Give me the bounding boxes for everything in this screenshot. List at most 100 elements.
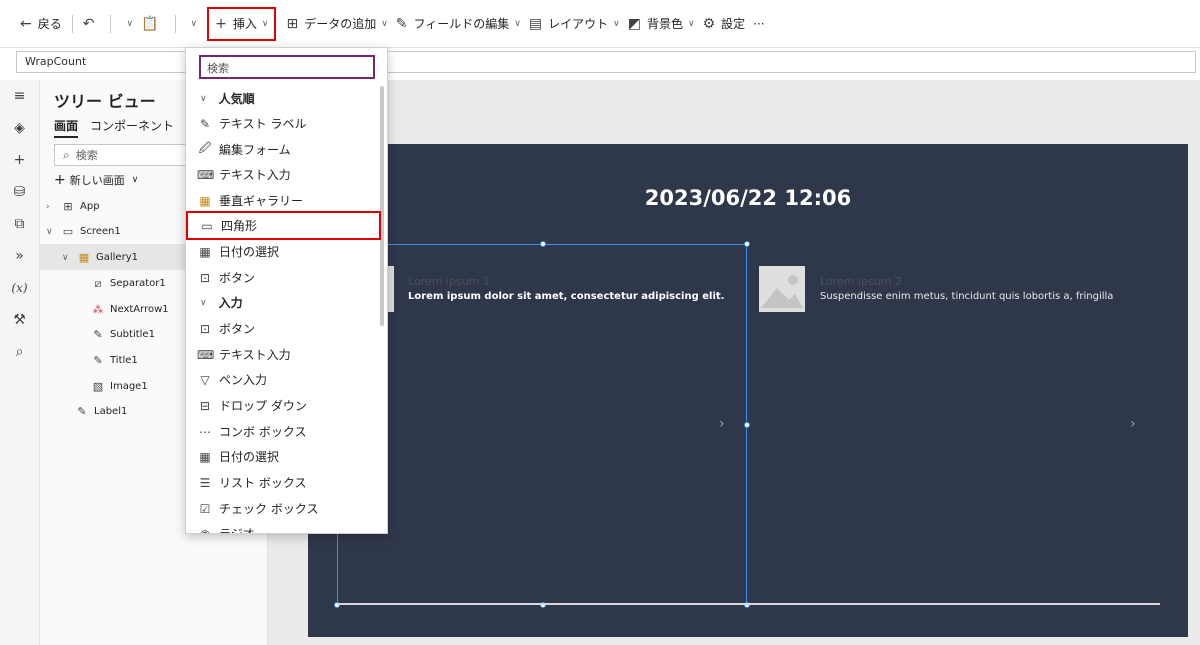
undo-dropdown[interactable]: ∨: [117, 9, 137, 39]
menu-item-date-picker[interactable]: ▦ 日付の選択: [186, 239, 378, 264]
search-icon[interactable]: ⌕: [0, 336, 39, 368]
chevron-down-icon: ∨: [131, 175, 139, 185]
tree-node-label: Image1: [110, 381, 148, 392]
input-section-header[interactable]: ∨ 入力: [186, 290, 243, 315]
power-automate-icon[interactable]: »: [0, 240, 39, 272]
undo-button[interactable]: ↶: [79, 9, 105, 39]
tree-node-title1[interactable]: ✎ Title1: [90, 348, 138, 373]
menu-item-label: ボタン: [219, 322, 256, 336]
menu-item-text-input[interactable]: ⌨ テキスト入力: [186, 342, 378, 367]
text-input-icon: ⌨: [197, 347, 215, 362]
insert-search-placeholder: 検索: [207, 62, 229, 75]
resize-handle[interactable]: [744, 422, 750, 428]
back-button[interactable]: ← 戻る: [16, 9, 66, 39]
tools-icon[interactable]: ⚒: [0, 304, 39, 336]
menu-item-edit-form[interactable]: 🖉 編集フォーム: [186, 137, 378, 162]
datetime-label[interactable]: 2023/06/22 12:06: [308, 186, 1188, 210]
menu-item-checkbox[interactable]: ☑ チェック ボックス: [186, 496, 378, 521]
database-icon[interactable]: ⛁: [0, 176, 39, 208]
menu-item-label: 日付の選択: [219, 245, 280, 259]
tree-node-image1[interactable]: ▧ Image1: [90, 374, 148, 399]
layout-icon: ▤: [528, 15, 543, 32]
menu-item-text-label[interactable]: ✎ テキスト ラベル: [186, 111, 378, 136]
tab-components[interactable]: コンポーネント: [90, 117, 174, 138]
tree-node-label: NextArrow1: [110, 304, 169, 315]
tree-node-nextarrow1[interactable]: ⁂ NextArrow1: [90, 297, 169, 322]
gallery-separator: [337, 603, 1160, 605]
left-rail: ≡ ◈ + ⛁ ⧉ » (x) ⚒ ⌕: [0, 80, 40, 645]
chevron-down-icon: ∨: [46, 226, 53, 237]
insert-search-input[interactable]: 検索: [199, 55, 375, 79]
rectangle-icon: ▭: [201, 218, 213, 233]
tree-node-label: Title1: [110, 355, 138, 366]
radio-icon: ◉: [199, 526, 211, 534]
menu-item-vertical-gallery[interactable]: ▦ 垂直ギャラリー: [186, 188, 378, 213]
menu-item-rectangle[interactable]: ▭ 四角形: [186, 211, 381, 240]
hamburger-icon[interactable]: ≡: [0, 80, 39, 112]
tree-node-label: Screen1: [80, 226, 121, 237]
menu-item-combo-box[interactable]: ⋯ コンボ ボックス: [186, 419, 378, 444]
menu-item-list-box[interactable]: ☰ リスト ボックス: [186, 470, 378, 495]
tree-node-app[interactable]: › ⊞ App: [46, 194, 100, 219]
property-name: WrapCount: [25, 55, 87, 68]
edit-form-icon: 🖉: [198, 141, 212, 155]
tree-search-placeholder: 検索: [75, 149, 98, 162]
insert-button[interactable]: + 挿入 ∨: [207, 6, 277, 41]
combo-box-icon: ⋯: [199, 424, 211, 439]
menu-item-button[interactable]: ⊡ ボタン: [186, 265, 378, 290]
layout-label: レイアウト: [548, 17, 609, 31]
menu-item-label: ラジオ: [219, 527, 255, 534]
settings-button[interactable]: ⚙ 設定: [699, 9, 750, 39]
edit-fields-button[interactable]: ✎ フィールドの編集 ∨: [392, 9, 525, 39]
chevron-down-icon: ∨: [687, 18, 695, 29]
label-icon: ✎: [93, 328, 103, 341]
chevron-down-icon: ∨: [62, 252, 69, 263]
add-data-button[interactable]: ⊞ データの追加 ∨: [282, 9, 391, 39]
popular-section-header[interactable]: ∨ 人気順: [186, 86, 255, 111]
tree-node-screen1[interactable]: ∨ ▭ Screen1: [46, 219, 121, 244]
resize-handle[interactable]: [744, 241, 750, 247]
media-icon[interactable]: ⧉: [0, 208, 39, 240]
menu-item-pen-input[interactable]: ▽ ペン入力: [186, 367, 378, 392]
menu-item-date-picker[interactable]: ▦ 日付の選択: [186, 444, 378, 469]
toolbar-divider: [174, 14, 176, 33]
background-color-button[interactable]: ◩ 背景色 ∨: [624, 9, 699, 39]
menu-item-button[interactable]: ⊡ ボタン: [186, 316, 378, 341]
layout-button[interactable]: ▤ レイアウト ∨: [525, 9, 624, 39]
section-label: 入力: [218, 296, 243, 310]
new-screen-button[interactable]: + 新しい画面 ∨: [54, 172, 138, 188]
screen-icon: ▭: [62, 225, 74, 238]
plus-icon[interactable]: +: [0, 144, 39, 176]
menu-item-label: 日付の選択: [219, 450, 280, 464]
gear-icon: ⚙: [702, 15, 716, 32]
next-arrow-icon[interactable]: ›: [719, 416, 725, 432]
label-icon: ✎: [77, 405, 87, 418]
chevron-down-icon: ∨: [126, 18, 134, 29]
arrow-left-icon: ←: [20, 15, 32, 32]
gallery-item-title: Lorem ipsum 2: [820, 275, 902, 288]
paste-dropdown[interactable]: ∨: [182, 9, 202, 39]
tree-node-separator1[interactable]: ⧄ Separator1: [90, 271, 166, 296]
tree-node-label1[interactable]: ✎ Label1: [74, 399, 127, 424]
menu-item-radio[interactable]: ◉ ラジオ: [186, 521, 378, 534]
menu-scrollbar[interactable]: [380, 86, 384, 326]
gallery-item-image[interactable]: [759, 266, 805, 312]
menu-item-dropdown[interactable]: ⊟ ドロップ ダウン: [186, 393, 378, 418]
layers-icon[interactable]: ◈: [0, 112, 39, 144]
button-icon: ⊡: [199, 321, 211, 336]
gallery-item-title: Lorem ipsum 1: [408, 275, 490, 288]
more-button[interactable]: ···: [749, 9, 768, 39]
chevron-down-icon: ∨: [381, 18, 388, 29]
menu-item-label: ペン入力: [219, 373, 268, 387]
icon-control-icon: ⁂: [92, 303, 104, 316]
dropdown-icon: ⊟: [199, 398, 211, 413]
tree-node-gallery1[interactable]: ∨ ▦ Gallery1: [62, 245, 138, 270]
database-add-icon: ⊞: [286, 15, 299, 32]
tree-node-subtitle1[interactable]: ✎ Subtitle1: [90, 322, 155, 347]
next-arrow-icon[interactable]: ›: [1130, 416, 1136, 432]
resize-handle[interactable]: [540, 241, 546, 247]
menu-item-text-input[interactable]: ⌨ テキスト入力: [186, 162, 378, 187]
variables-icon[interactable]: (x): [0, 272, 39, 304]
paste-button[interactable]: 📋: [137, 9, 168, 39]
tab-screens[interactable]: 画面: [54, 117, 79, 138]
